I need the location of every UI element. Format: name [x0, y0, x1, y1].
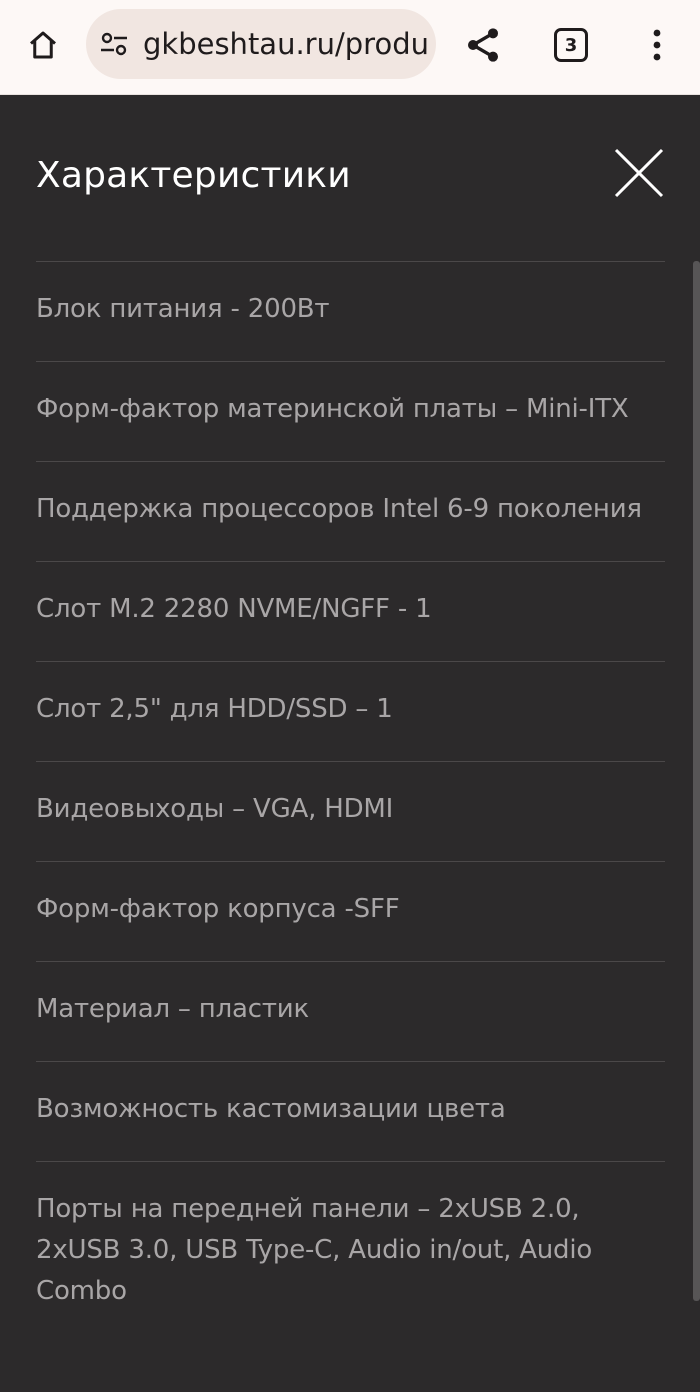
share-icon[interactable]	[460, 22, 506, 68]
spec-item: Видеовыходы – VGA, HDMI	[36, 761, 665, 861]
tab-count: 3	[564, 34, 578, 56]
spec-item: Блок питания - 200Вт	[36, 261, 665, 361]
more-vert-icon[interactable]	[637, 22, 677, 68]
close-icon[interactable]	[612, 146, 666, 200]
scrollbar[interactable]	[693, 261, 700, 1301]
home-icon[interactable]	[20, 22, 66, 68]
spec-item: Форм-фактор материнской платы – Mini-ITX	[36, 361, 665, 461]
spec-item: Слот M.2 2280 NVME/NGFF - 1	[36, 561, 665, 661]
spec-item: Форм-фактор корпуса -SFF	[36, 861, 665, 961]
spec-item: Материал – пластик	[36, 961, 665, 1061]
spec-item: Слот 2,5" для HDD/SSD – 1	[36, 661, 665, 761]
spec-list: Блок питания - 200Вт Форм-фактор материн…	[36, 261, 665, 1343]
browser-toolbar: gkbeshtau.ru/produ 3	[0, 0, 700, 95]
address-bar[interactable]: gkbeshtau.ru/produ	[86, 9, 436, 79]
spec-item: Порты на передней панели – 2xUSB 2.0, 2x…	[36, 1161, 665, 1343]
spec-item: Поддержка процессоров Intel 6-9 поколени…	[36, 461, 665, 561]
spec-item: Возможность кастомизации цвета	[36, 1061, 665, 1161]
tab-switcher-icon[interactable]: 3	[554, 28, 588, 62]
url-text[interactable]: gkbeshtau.ru/produ	[143, 9, 429, 79]
tune-icon[interactable]	[100, 32, 128, 56]
specs-panel: Характеристики Блок питания - 200Вт Форм…	[0, 96, 700, 1392]
panel-title: Характеристики	[36, 155, 351, 196]
